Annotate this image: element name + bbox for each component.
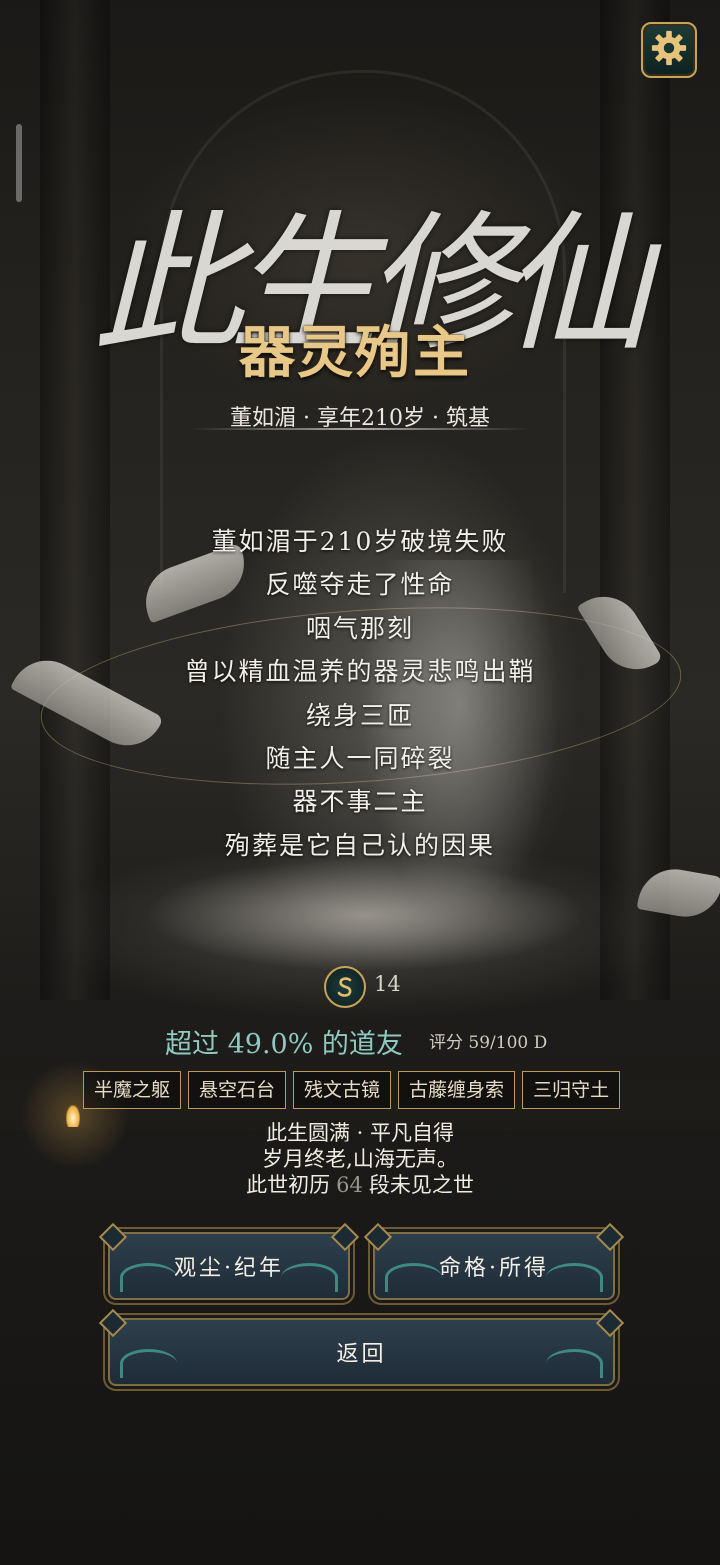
- wave-ornament: [281, 1263, 338, 1292]
- score-value: 14: [374, 972, 401, 996]
- gear-icon: [650, 29, 688, 71]
- fate-button-label: 命格·所得: [439, 1256, 549, 1281]
- summary-line: 岁月终老,山海无声。: [262, 1147, 458, 1171]
- back-button[interactable]: 返回: [98, 1308, 625, 1386]
- worlds-count: 64: [336, 1173, 363, 1197]
- summary-line: 此生圆满 · 平凡自得: [265, 1121, 455, 1145]
- story-line: 殉葬是它自己认的因果: [224, 830, 495, 860]
- wave-ornament: [546, 1263, 603, 1292]
- trait-tag: 半魔之躯: [83, 1071, 182, 1109]
- story-line: 绕身三匝: [305, 700, 414, 730]
- candle-flame: [66, 1105, 80, 1127]
- rating-text: 评分 59/100 D: [429, 1033, 548, 1053]
- story-line: 咽气那刻: [305, 613, 414, 643]
- settings-button[interactable]: [641, 22, 697, 78]
- summary-prefix: 此世初历: [246, 1173, 331, 1197]
- story-line: 反噬夺走了性命: [265, 570, 455, 600]
- wave-ornament: [120, 1263, 177, 1292]
- story-text: 董如湄于210岁破境失败 反噬夺走了性命 咽气那刻 曾以精血温养的器灵悲鸣出鞘 …: [60, 520, 660, 867]
- summary-line: 此世初历 64 段未见之世: [160, 1172, 560, 1198]
- story-line: 曾以精血温养的器灵悲鸣出鞘: [184, 657, 536, 687]
- fate-button[interactable]: 命格·所得: [363, 1222, 625, 1300]
- wave-ornament: [546, 1349, 603, 1378]
- chronicle-button[interactable]: 观尘·纪年: [98, 1222, 360, 1300]
- summary-suffix: 段未见之世: [368, 1173, 474, 1197]
- back-button-label: 返回: [336, 1342, 387, 1367]
- character-info: 董如湄 · 享年210岁 · 筑基: [230, 406, 490, 431]
- ending-title: 器灵殉主: [239, 320, 471, 386]
- story-line: 随主人一同碎裂: [265, 744, 455, 774]
- wave-ornament: [385, 1263, 442, 1292]
- trait-tag: 三归守土: [522, 1071, 621, 1109]
- fallen-cultivator: [150, 860, 580, 970]
- trait-tag: 悬空石台: [188, 1071, 287, 1109]
- trait-tag: 古藤缠身索: [398, 1071, 516, 1109]
- wave-ornament: [120, 1349, 177, 1378]
- scroll-indicator[interactable]: [16, 124, 22, 202]
- trait-tag: 残文古镜: [293, 1071, 392, 1109]
- life-summary: 此生圆满 · 平凡自得 岁月终老,山海无声。 此世初历 64 段未见之世: [160, 1120, 560, 1198]
- coin-s-icon: [324, 966, 366, 1008]
- trait-tags: 半魔之躯 悬空石台 残文古镜 古藤缠身索 三归守土: [83, 1071, 621, 1109]
- story-line: 器不事二主: [292, 787, 428, 817]
- chronicle-button-label: 观尘·纪年: [174, 1256, 284, 1281]
- story-line: 董如湄于210岁破境失败: [211, 527, 509, 556]
